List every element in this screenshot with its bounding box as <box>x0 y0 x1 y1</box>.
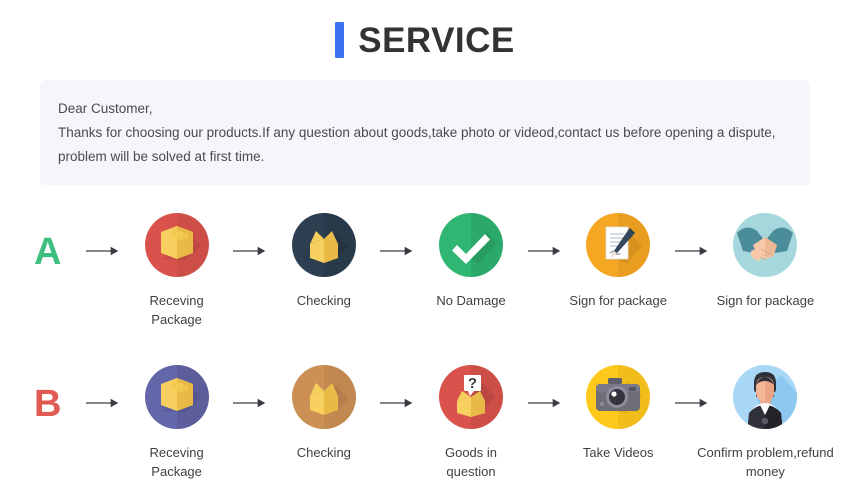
flow-step[interactable]: No Damage <box>420 211 521 310</box>
flow-step[interactable]: Sign for package <box>568 211 669 310</box>
question-box-icon: ? <box>437 363 505 431</box>
arrow-right-icon <box>80 363 126 409</box>
open-box-icon <box>290 211 358 279</box>
arrow-right-icon <box>522 211 568 257</box>
title-accent-bar <box>335 22 345 58</box>
arrow-right-icon <box>374 363 420 409</box>
closed-box-icon <box>143 363 211 431</box>
flow-step-label: Sign for package <box>716 293 815 308</box>
notice-line-2: Thanks for choosing our products.If any … <box>58 125 776 140</box>
arrow-right-icon <box>227 211 273 257</box>
flow-step-label: Goods in question <box>444 445 498 479</box>
flow-step[interactable]: Sign for package <box>715 211 816 310</box>
closed-box-icon <box>143 211 211 279</box>
flow-step-label: No Damage <box>436 293 506 308</box>
notice-line-1: Dear Customer, <box>58 101 153 116</box>
flow-step[interactable]: Receving Package <box>126 363 227 481</box>
flow-label-b: B <box>34 383 62 425</box>
flow-step-label: Checking <box>296 293 351 308</box>
page-title: SERVICE <box>0 0 850 58</box>
flow-step-label: Receving Package <box>149 293 204 327</box>
person-avatar-icon <box>731 363 799 431</box>
customer-notice-box: Dear Customer, Thanks for choosing our p… <box>40 80 810 185</box>
svg-text:?: ? <box>468 375 477 392</box>
arrow-right-icon <box>669 211 715 257</box>
flow-step[interactable]: Checking <box>273 363 374 462</box>
handshake-icon <box>731 211 799 279</box>
flow-step[interactable]: ? Goods in question <box>420 363 521 481</box>
flow-step-label: Take Videos <box>582 445 654 460</box>
arrow-right-icon <box>669 363 715 409</box>
flow-step[interactable]: Checking <box>273 211 374 310</box>
check-mark-icon <box>437 211 505 279</box>
flow-label-a: A <box>34 231 62 273</box>
service-flow-diagram: A Receving Package Checking No Damage Si… <box>0 211 850 481</box>
flow-step[interactable]: Receving Package <box>126 211 227 329</box>
document-pen-icon <box>584 211 652 279</box>
arrow-right-icon <box>522 363 568 409</box>
flow-step[interactable]: Confirm problem,refund money <box>697 363 834 481</box>
title-text: SERVICE <box>358 20 515 60</box>
camera-icon <box>584 363 652 431</box>
arrow-right-icon <box>80 211 126 257</box>
flow-step-label: Sign for package <box>569 293 667 308</box>
flow-step-label: Checking <box>296 445 351 460</box>
flow-step-label: Confirm problem,refund money <box>697 445 834 479</box>
flow-row-b: B Receving Package Checking ? Goods in q… <box>34 363 834 481</box>
arrow-right-icon <box>227 363 273 409</box>
flow-step-label: Receving Package <box>149 445 204 479</box>
open-box-icon <box>290 363 358 431</box>
flow-step[interactable]: Take Videos <box>568 363 669 462</box>
arrow-right-icon <box>374 211 420 257</box>
notice-line-3: problem will be solved at first time. <box>58 149 265 164</box>
flow-row-a: A Receving Package Checking No Damage Si… <box>34 211 816 329</box>
